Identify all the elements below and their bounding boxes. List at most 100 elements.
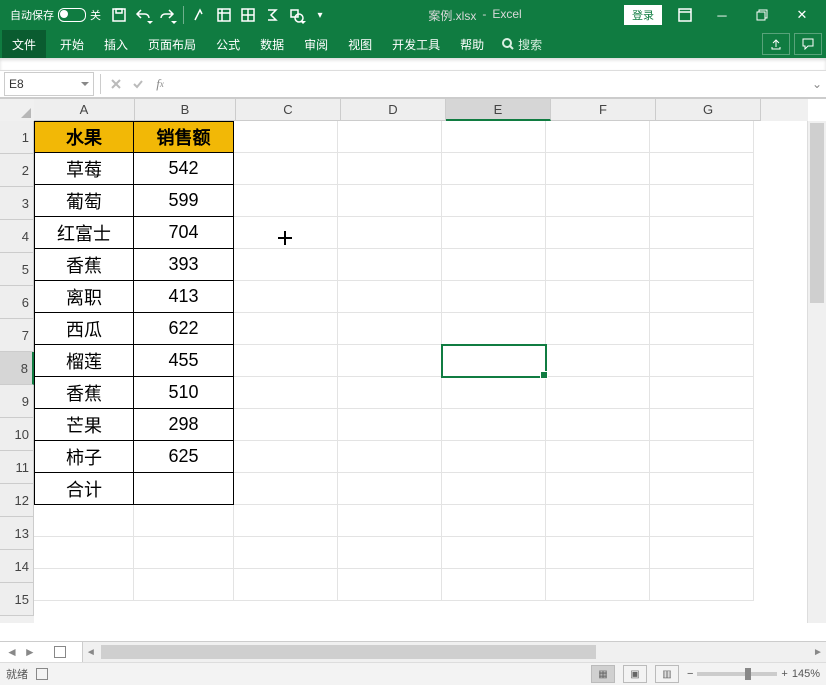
ribbon-display-icon[interactable] (668, 0, 702, 30)
row-header-1[interactable]: 1 (0, 121, 34, 154)
cell-D1[interactable] (338, 121, 442, 153)
formula-input[interactable] (171, 73, 808, 95)
cell-B2[interactable]: 542 (134, 153, 234, 185)
cell-F1[interactable] (546, 121, 650, 153)
close-button[interactable]: ✕ (782, 0, 822, 30)
pivot-chart-icon[interactable] (236, 3, 260, 27)
tab-developer[interactable]: 开发工具 (382, 30, 450, 58)
col-header-F[interactable]: F (551, 99, 656, 121)
cell-F14[interactable] (546, 537, 650, 569)
row-header-3[interactable]: 3 (0, 187, 34, 220)
zoom-level[interactable]: 145% (792, 668, 820, 680)
cell-D15[interactable] (338, 569, 442, 601)
cell-A2[interactable]: 草莓 (34, 153, 134, 185)
cell-E10[interactable] (442, 409, 546, 441)
col-header-D[interactable]: D (341, 99, 446, 121)
sheet-next-icon[interactable]: ► (24, 645, 36, 659)
cell-G10[interactable] (650, 409, 754, 441)
cancel-formula-icon[interactable] (105, 73, 127, 95)
row-header-12[interactable]: 12 (0, 484, 34, 517)
cell-B9[interactable]: 510 (134, 377, 234, 409)
cell-C2[interactable] (234, 153, 338, 185)
sheet-list-icon[interactable] (54, 646, 66, 658)
cell-B8[interactable]: 455 (134, 345, 234, 377)
row-header-2[interactable]: 2 (0, 154, 34, 187)
cell-B14[interactable] (134, 537, 234, 569)
select-all-corner[interactable] (0, 99, 35, 122)
cell-A11[interactable]: 柿子 (34, 441, 134, 473)
row-header-11[interactable]: 11 (0, 451, 34, 484)
cell-D10[interactable] (338, 409, 442, 441)
row-header-8[interactable]: 8 (0, 352, 34, 385)
cell-C13[interactable] (234, 505, 338, 537)
cell-C6[interactable] (234, 281, 338, 313)
cells-area[interactable]: 水果销售额草莓542葡萄599红富士704香蕉393离职413西瓜622榴莲45… (34, 121, 808, 623)
col-header-B[interactable]: B (135, 99, 236, 121)
cell-F12[interactable] (546, 473, 650, 505)
row-header-13[interactable]: 13 (0, 517, 34, 550)
view-pagelayout-icon[interactable]: ▣ (623, 665, 647, 683)
comments-button[interactable] (794, 33, 822, 55)
cell-C10[interactable] (234, 409, 338, 441)
cell-B6[interactable]: 413 (134, 281, 234, 313)
cell-E1[interactable] (442, 121, 546, 153)
cell-C14[interactable] (234, 537, 338, 569)
row-header-10[interactable]: 10 (0, 418, 34, 451)
cell-F8[interactable] (546, 345, 650, 377)
row-header-9[interactable]: 9 (0, 385, 34, 418)
cell-F2[interactable] (546, 153, 650, 185)
col-header-G[interactable]: G (656, 99, 761, 121)
sum-icon[interactable] (260, 3, 284, 27)
cell-E11[interactable] (442, 441, 546, 473)
tab-data[interactable]: 数据 (250, 30, 294, 58)
zoom-out-icon[interactable]: − (687, 668, 693, 680)
cell-G15[interactable] (650, 569, 754, 601)
cell-F13[interactable] (546, 505, 650, 537)
cell-F11[interactable] (546, 441, 650, 473)
cell-B12[interactable] (134, 473, 234, 505)
cell-B13[interactable] (134, 505, 234, 537)
view-normal-icon[interactable]: ▦ (591, 665, 615, 683)
cell-D7[interactable] (338, 313, 442, 345)
row-header-14[interactable]: 14 (0, 550, 34, 583)
search-box[interactable]: 搜索 (494, 30, 550, 58)
vertical-scrollbar[interactable] (807, 121, 826, 623)
cell-E15[interactable] (442, 569, 546, 601)
shapes-icon[interactable] (284, 3, 308, 27)
cell-A12[interactable]: 合计 (34, 473, 134, 505)
cell-B3[interactable]: 599 (134, 185, 234, 217)
restore-button[interactable] (742, 0, 782, 30)
cell-C9[interactable] (234, 377, 338, 409)
cell-G13[interactable] (650, 505, 754, 537)
cell-C5[interactable] (234, 249, 338, 281)
tab-file[interactable]: 文件 (2, 30, 46, 58)
cell-C12[interactable] (234, 473, 338, 505)
cell-F4[interactable] (546, 217, 650, 249)
cell-D9[interactable] (338, 377, 442, 409)
pivot-table-icon[interactable] (212, 3, 236, 27)
confirm-formula-icon[interactable] (127, 73, 149, 95)
macro-record-icon[interactable] (36, 668, 48, 680)
tab-formulas[interactable]: 公式 (206, 30, 250, 58)
tab-insert[interactable]: 插入 (94, 30, 138, 58)
cell-G11[interactable] (650, 441, 754, 473)
cell-A5[interactable]: 香蕉 (34, 249, 134, 281)
cell-E3[interactable] (442, 185, 546, 217)
cell-A10[interactable]: 芒果 (34, 409, 134, 441)
cell-G2[interactable] (650, 153, 754, 185)
cell-B5[interactable]: 393 (134, 249, 234, 281)
col-header-E[interactable]: E (446, 99, 551, 121)
cell-G7[interactable] (650, 313, 754, 345)
cell-G9[interactable] (650, 377, 754, 409)
share-button[interactable] (762, 33, 790, 55)
cell-G8[interactable] (650, 345, 754, 377)
cell-E2[interactable] (442, 153, 546, 185)
cell-E12[interactable] (442, 473, 546, 505)
horizontal-scroll-thumb[interactable] (101, 645, 596, 659)
cell-D4[interactable] (338, 217, 442, 249)
expand-formula-bar-icon[interactable]: ⌄ (808, 77, 826, 91)
cell-B11[interactable]: 625 (134, 441, 234, 473)
autosave-toggle[interactable]: 自动保存 关 (4, 7, 107, 23)
cell-G6[interactable] (650, 281, 754, 313)
zoom-in-icon[interactable]: + (781, 668, 787, 680)
